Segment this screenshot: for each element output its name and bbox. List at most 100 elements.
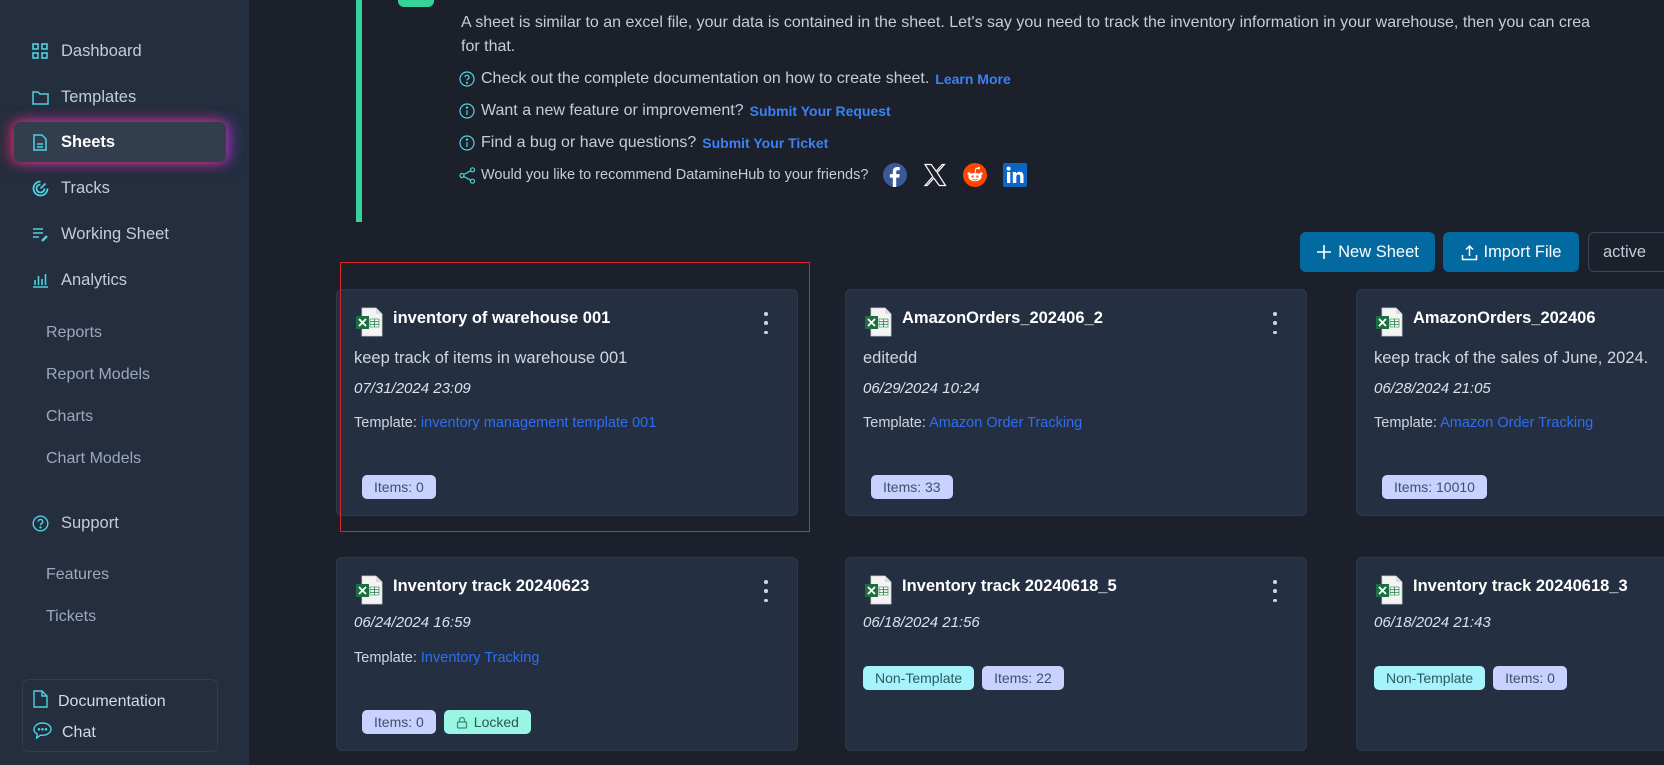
sidebar-item-label: Working Sheet (61, 224, 169, 243)
new-sheet-button[interactable]: New Sheet (1300, 232, 1435, 272)
sidebar-item-tickets[interactable]: Tickets (46, 608, 96, 626)
sidebar-item-support[interactable]: Support (14, 503, 226, 543)
document-icon (31, 133, 49, 151)
template-link[interactable]: Inventory Tracking (421, 650, 539, 666)
info-feature-text: Want a new feature or improvement? (481, 102, 744, 119)
info-docs-text: Check out the complete documentation on … (481, 70, 930, 87)
sidebar-item-label: Dashboard (61, 41, 142, 60)
sheet-card[interactable]: inventory of warehouse 001 keep track of… (336, 289, 798, 516)
folder-icon (31, 88, 49, 106)
reddit-icon[interactable] (962, 162, 988, 188)
info-accent-bar (356, 0, 362, 222)
sidebar-item-dashboard[interactable]: Dashboard (14, 31, 226, 71)
status-filter-select[interactable]: active (1588, 232, 1664, 272)
documentation-label: Documentation (58, 692, 166, 710)
sheet-badges: Items: 0 Locked (362, 710, 531, 734)
sheet-card[interactable]: Inventory track 20240623 06/24/2024 16:5… (336, 557, 798, 751)
sidebar-item-tracks[interactable]: Tracks (14, 168, 226, 208)
sidebar-footer: Documentation Chat (22, 679, 218, 752)
sheet-card[interactable]: AmazonOrders_202406_2 editedd 06/29/2024… (845, 289, 1307, 516)
sidebar-item-reports[interactable]: Reports (46, 324, 102, 342)
sheet-template: Template: Amazon Order Tracking (863, 415, 1082, 431)
sidebar-item-analytics[interactable]: Analytics (14, 260, 226, 300)
x-icon[interactable] (922, 162, 948, 188)
sidebar-item-label: Templates (61, 87, 137, 106)
sheet-description: keep track of items in warehouse 001 (354, 349, 628, 367)
question-circle-icon (31, 514, 49, 532)
template-link[interactable]: Amazon Order Tracking (1440, 415, 1593, 431)
sheet-title: Inventory track 20240618_3 (1413, 577, 1628, 595)
locked-badge: Locked (443, 710, 531, 734)
sidebar-item-label: Support (61, 513, 119, 532)
share-text: Would you like to recommend DatamineHub … (481, 167, 869, 183)
info-circle-icon (459, 103, 476, 120)
sheet-card[interactable]: Inventory track 20240618_5 06/18/2024 21… (845, 557, 1307, 751)
template-link[interactable]: Amazon Order Tracking (929, 415, 1082, 431)
template-link[interactable]: inventory management template 001 (421, 415, 656, 431)
sidebar-item-templates[interactable]: Templates (14, 77, 226, 117)
sheet-title: Inventory track 20240618_5 (902, 577, 1117, 595)
items-count-badge: Items: 0 (362, 710, 436, 734)
facebook-icon[interactable] (882, 162, 908, 188)
sheet-card[interactable]: Inventory track 20240618_3 06/18/2024 21… (1356, 557, 1664, 751)
sidebar-item-label: Tracks (61, 178, 110, 197)
excel-file-icon (1375, 575, 1403, 605)
submit-request-link[interactable]: Submit Your Request (750, 103, 891, 119)
non-template-badge: Non-Template (863, 666, 975, 690)
info-feature-line: Want a new feature or improvement? Submi… (459, 102, 891, 120)
file-icon (33, 690, 48, 713)
excel-file-icon (864, 575, 892, 605)
sheet-card[interactable]: AmazonOrders_202406 keep track of the sa… (1356, 289, 1664, 516)
excel-file-icon (1375, 307, 1403, 337)
sidebar: Dashboard Templates Sheets Tracks Workin… (0, 0, 249, 765)
sidebar-item-report-models[interactable]: Report Models (46, 366, 150, 384)
linkedin-icon[interactable] (1002, 162, 1028, 188)
sheet-date: 06/18/2024 21:43 (1374, 614, 1491, 631)
items-count-badge: Items: 22 (982, 666, 1064, 690)
more-options-icon[interactable] (1270, 580, 1280, 602)
new-sheet-label: New Sheet (1338, 242, 1419, 261)
template-label: Template: (354, 415, 417, 431)
import-file-label: Import File (1483, 242, 1562, 261)
info-docs-line: Check out the complete documentation on … (459, 70, 1011, 88)
more-options-icon[interactable] (1270, 312, 1280, 334)
items-count-badge: Items: 0 (362, 475, 436, 499)
bar-chart-icon (31, 271, 49, 289)
items-count-badge: Items: 0 (1493, 666, 1567, 690)
sidebar-item-charts[interactable]: Charts (46, 408, 93, 426)
more-options-icon[interactable] (761, 580, 771, 602)
info-description-cont: for that. (461, 38, 516, 55)
excel-file-icon (355, 307, 383, 337)
sidebar-item-label: Sheets (61, 132, 116, 151)
template-label: Template: (1374, 415, 1437, 431)
sheet-date: 06/24/2024 16:59 (354, 614, 471, 631)
learn-more-link[interactable]: Learn More (935, 71, 1010, 87)
sidebar-item-sheets[interactable]: Sheets (14, 122, 226, 162)
chat-link[interactable]: Chat (33, 722, 96, 744)
submit-ticket-link[interactable]: Submit Your Ticket (702, 135, 828, 151)
share-icon (459, 166, 476, 184)
items-count-badge: Items: 33 (871, 475, 953, 499)
sheet-template: Template: Inventory Tracking (354, 650, 539, 666)
sidebar-item-chart-models[interactable]: Chart Models (46, 450, 141, 468)
more-options-icon[interactable] (761, 312, 771, 334)
import-file-button[interactable]: Import File (1443, 232, 1579, 272)
plus-icon (1316, 244, 1332, 260)
sidebar-item-label: Analytics (61, 270, 128, 289)
sheet-date: 06/18/2024 21:56 (863, 614, 980, 631)
sheet-date: 06/29/2024 10:24 (863, 380, 980, 397)
sheet-title: AmazonOrders_202406_2 (902, 309, 1103, 327)
documentation-link[interactable]: Documentation (33, 690, 166, 713)
template-label: Template: (354, 650, 417, 666)
info-accent-tab (398, 0, 434, 7)
sheet-badges: Items: 0 (362, 475, 436, 499)
info-share-line: Would you like to recommend DatamineHub … (459, 162, 1028, 188)
sheet-template: Template: inventory management template … (354, 415, 656, 431)
lock-icon (456, 716, 468, 729)
sidebar-item-working-sheet[interactable]: Working Sheet (14, 214, 226, 254)
grid-icon (31, 42, 49, 60)
sheet-title: inventory of warehouse 001 (393, 309, 611, 327)
sheet-template: Template: Amazon Order Tracking (1374, 415, 1593, 431)
non-template-badge: Non-Template (1374, 666, 1486, 690)
sidebar-item-features[interactable]: Features (46, 566, 109, 584)
